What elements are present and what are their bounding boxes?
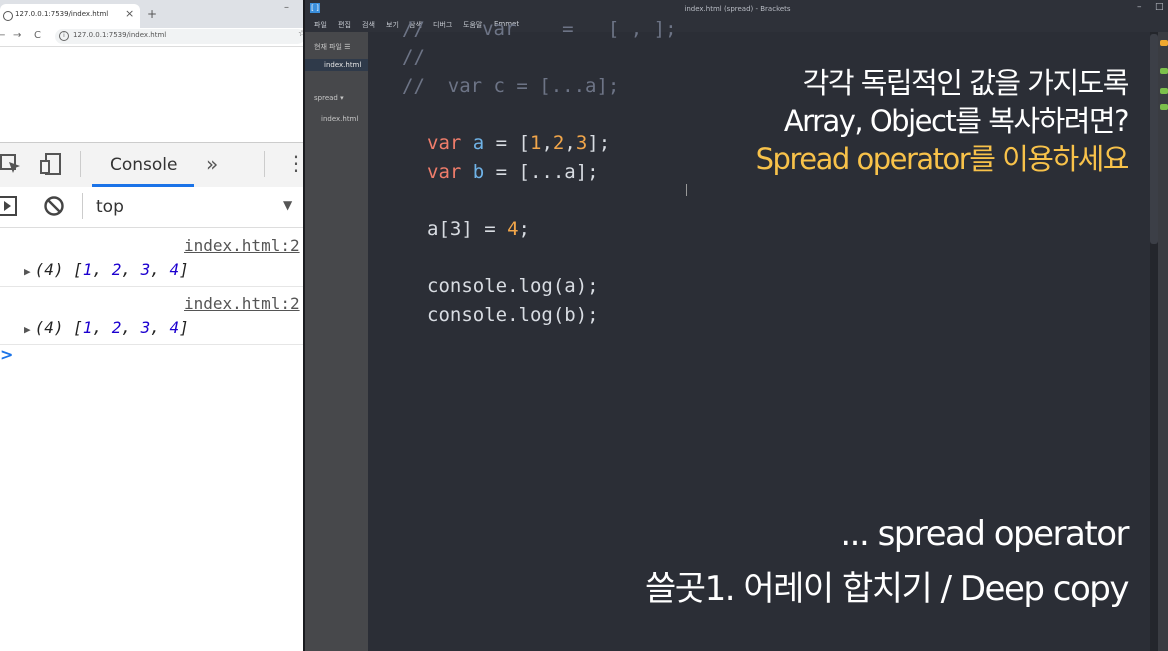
- live-preview-icon[interactable]: [1160, 40, 1168, 46]
- divider: [82, 193, 83, 219]
- kebab-menu-icon[interactable]: ⋮: [286, 151, 303, 175]
- text-cursor: [686, 184, 687, 196]
- code-line: a[3] = 4;: [427, 218, 530, 240]
- globe-icon: [3, 11, 13, 21]
- file-sidebar: 현재 파일 ☰ index.html spread ▾ index.html: [305, 32, 368, 651]
- minimize-icon[interactable]: –: [1137, 2, 1142, 12]
- close-tab-icon[interactable]: ×: [125, 7, 134, 20]
- working-file-item[interactable]: index.html: [305, 59, 368, 71]
- address-url: 127.0.0.1:7539/index.html: [73, 31, 167, 39]
- array-item: 2: [111, 318, 122, 337]
- log-source-link[interactable]: index.html:2: [184, 236, 300, 255]
- array-length: (4): [34, 318, 64, 337]
- editor-window-title: index.html (spread) - Brackets: [684, 5, 791, 13]
- more-tabs-icon[interactable]: »: [206, 152, 218, 176]
- menu-view[interactable]: 보기: [386, 20, 399, 30]
- code-line: var a = [1,2,3];: [427, 132, 611, 154]
- working-file-label: index.html: [324, 61, 362, 69]
- expand-triangle-icon[interactable]: ▶: [24, 265, 31, 278]
- log-source-link[interactable]: index.html:2: [184, 294, 300, 313]
- extensions-toolbar: [1158, 32, 1168, 651]
- array-item: 1: [82, 318, 93, 337]
- array-item: 2: [111, 260, 122, 279]
- console-log-entry: index.html:2 ▶ (4) [1, 2, 3, 4]: [0, 228, 303, 287]
- log-value[interactable]: ▶ (4) [1, 2, 3, 4]: [24, 260, 189, 279]
- extension-icon[interactable]: [1160, 104, 1168, 110]
- array-item: 3: [140, 318, 151, 337]
- code-line: //: [402, 46, 425, 68]
- info-icon[interactable]: i: [59, 31, 69, 41]
- array-item: 1: [82, 260, 93, 279]
- editor-titlebar: [ ] index.html (spread) - Brackets – □: [305, 0, 1168, 18]
- new-tab-button[interactable]: +: [147, 7, 157, 21]
- menu-search[interactable]: 검색: [362, 20, 375, 30]
- code-line: // var = [ , ];: [402, 18, 677, 40]
- array-item: 3: [140, 260, 151, 279]
- caption-top-line2: Array, Object를 복사하려면?: [783, 104, 1130, 138]
- array-item: 4: [169, 318, 180, 337]
- caption-top-line1: 각각 독립적인 값을 가지도록: [802, 66, 1130, 100]
- browser-window: 127.0.0.1:7539/index.html × + – ← → C i …: [0, 0, 303, 651]
- dropdown-arrow-icon[interactable]: ▼: [283, 198, 292, 212]
- browser-tab-title: 127.0.0.1:7539/index.html: [15, 10, 109, 18]
- browser-tab[interactable]: 127.0.0.1:7539/index.html ×: [0, 4, 140, 28]
- menu-edit[interactable]: 편집: [338, 20, 351, 30]
- console-prompt[interactable]: >: [0, 345, 13, 364]
- sidebar-toggle-icon[interactable]: [0, 195, 18, 222]
- back-button[interactable]: ←: [0, 30, 5, 41]
- editor-scrollbar[interactable]: [1150, 32, 1158, 651]
- caption-bottom-line1: ... spread operator: [840, 514, 1129, 554]
- tab-console-label: Console: [110, 155, 178, 175]
- reload-button[interactable]: C: [34, 30, 41, 41]
- code-line: // var c = [...a];: [402, 75, 620, 97]
- forward-button[interactable]: →: [13, 30, 21, 41]
- maximize-icon[interactable]: □: [1155, 2, 1164, 12]
- tab-console[interactable]: Console: [92, 143, 194, 187]
- log-value[interactable]: ▶ (4) [1, 2, 3, 4]: [24, 318, 189, 337]
- inspect-element-icon[interactable]: [0, 153, 22, 180]
- divider: [80, 151, 81, 177]
- device-toolbar-icon[interactable]: [40, 153, 62, 180]
- project-file-item[interactable]: index.html: [321, 115, 358, 123]
- code-line: console.log(b);: [427, 304, 599, 326]
- devtools-tabbar: Console » ⋮: [0, 142, 303, 188]
- console-log-entry: index.html:2 ▶ (4) [1, 2, 3, 4]: [0, 286, 303, 345]
- code-line: console.log(a);: [427, 275, 599, 297]
- expand-triangle-icon[interactable]: ▶: [24, 323, 31, 336]
- console-toolbar: top ▼: [0, 187, 303, 228]
- array-length: (4): [34, 260, 64, 279]
- extension-manager-icon[interactable]: [1160, 68, 1168, 74]
- divider: [264, 151, 265, 177]
- extension-icon[interactable]: [1160, 88, 1168, 94]
- code-line: var b = [...a];: [427, 161, 599, 183]
- clear-console-icon[interactable]: [43, 195, 65, 222]
- address-bar[interactable]: i 127.0.0.1:7539/index.html ☆: [55, 29, 303, 44]
- execution-context-select[interactable]: top: [96, 197, 124, 217]
- menu-file[interactable]: 파일: [314, 20, 327, 30]
- scrollbar-thumb[interactable]: [1150, 34, 1158, 244]
- array-item: 4: [169, 260, 180, 279]
- browser-tab-bar: 127.0.0.1:7539/index.html × + –: [0, 0, 303, 28]
- caption-bottom-line2: 쓸곳1. 어레이 합치기 / Deep copy: [645, 569, 1129, 609]
- caption-top-line3: Spread operator를 이용하세요: [755, 142, 1130, 176]
- browser-toolbar: ← → C i 127.0.0.1:7539/index.html ☆: [0, 28, 303, 47]
- minimize-button[interactable]: –: [284, 2, 289, 13]
- working-files-header: 현재 파일 ☰: [314, 43, 351, 51]
- brackets-window: [ ] index.html (spread) - Brackets – □ 파…: [303, 0, 1168, 651]
- project-dropdown[interactable]: spread ▾: [314, 94, 344, 102]
